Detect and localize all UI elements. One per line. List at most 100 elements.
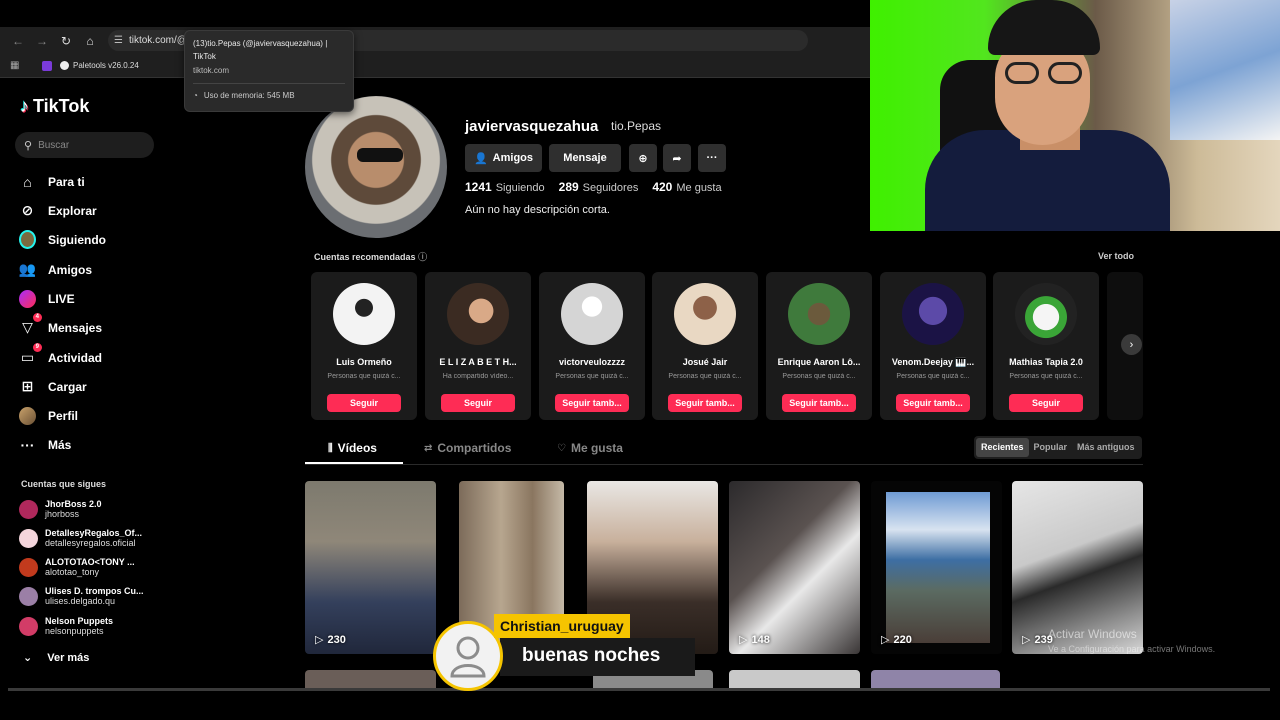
search-icon: ⚲ bbox=[24, 139, 33, 152]
nav-siguiendo[interactable]: Siguiendo bbox=[19, 230, 106, 249]
tab-liked[interactable]: ♡ Me gusta bbox=[557, 441, 623, 455]
recommended-reason: Personas que quizá c... bbox=[896, 373, 970, 380]
video-thumbnail[interactable] bbox=[729, 670, 860, 688]
friends-button[interactable]: 👤 Amigos bbox=[465, 144, 542, 172]
following-account[interactable]: DetallesyRegalos_Of... detallesyregalos.o… bbox=[19, 528, 142, 549]
sort-oldest[interactable]: Más antiguos bbox=[1072, 438, 1140, 457]
home-browser-icon[interactable]: ⌂ bbox=[78, 34, 102, 48]
stat-followers[interactable]: 289 Seguidores bbox=[559, 180, 639, 194]
more-options-button[interactable]: ··· bbox=[698, 144, 726, 172]
following-account[interactable]: Ulises D. trompos Cu... ulises.delgado.qu bbox=[19, 586, 144, 607]
account-avatar bbox=[19, 617, 38, 636]
follow-back-button[interactable]: Seguir tamb... bbox=[555, 394, 629, 412]
nav-actividad[interactable]: ▭ 9 Actividad bbox=[19, 343, 103, 366]
following-account[interactable]: Nelson Puppets nelsonpuppets bbox=[19, 616, 113, 637]
nav-mas[interactable]: ··· Más bbox=[19, 436, 72, 453]
recommended-reason: Personas que quizá c... bbox=[327, 373, 401, 380]
activity-badge: 9 bbox=[32, 343, 42, 352]
message-button[interactable]: Mensaje bbox=[549, 144, 621, 172]
following-account[interactable]: JhorBoss 2.0 jhorboss bbox=[19, 499, 102, 520]
address-text: tiktok.com/@ bbox=[128, 35, 187, 46]
bookmark-paletools[interactable]: Paletools v26.0.24 bbox=[60, 61, 139, 70]
site-settings-icon[interactable]: ☰ bbox=[114, 35, 123, 46]
recommended-card[interactable]: Josué Jair Personas que quizá c... Segui… bbox=[652, 272, 758, 420]
recommended-reason: Personas que quizá c... bbox=[782, 373, 856, 380]
nav-label: LIVE bbox=[48, 291, 75, 306]
follow-button[interactable]: Seguir bbox=[327, 394, 401, 412]
tiktok-logo[interactable]: ♪ TikTok bbox=[20, 96, 89, 117]
nav-para-ti[interactable]: ⌂ Para ti bbox=[19, 173, 85, 190]
nav-label: Cargar bbox=[48, 379, 87, 394]
video-image bbox=[886, 492, 990, 643]
following-section-title: Cuentas que sigues bbox=[21, 479, 107, 489]
sort-popular[interactable]: Popular bbox=[1029, 438, 1073, 457]
follow-back-button[interactable]: Seguir tamb... bbox=[782, 394, 856, 412]
apps-grid-icon[interactable]: ▦ bbox=[10, 60, 30, 71]
user-silhouette-icon bbox=[450, 636, 486, 678]
share-button[interactable]: ➦ bbox=[663, 144, 691, 172]
browser-tab-strip bbox=[0, 0, 870, 27]
follow-back-button[interactable]: Seguir tamb... bbox=[896, 394, 970, 412]
nav-mensajes[interactable]: ▽ 4 Mensajes bbox=[19, 313, 102, 336]
recommended-card[interactable]: Venom.Deejay 🎹... Personas que quizá c..… bbox=[880, 272, 986, 420]
follow-button[interactable]: Seguir bbox=[441, 394, 515, 412]
profile-avatar[interactable] bbox=[305, 96, 447, 238]
video-thumbnail[interactable]: ▷ 220 bbox=[871, 481, 1002, 654]
chevron-right-icon[interactable]: › bbox=[1121, 334, 1142, 355]
video-thumbnail[interactable]: ▷ 230 bbox=[305, 481, 436, 654]
tab-shared[interactable]: ⇄ Compartidos bbox=[424, 441, 511, 455]
video-thumbnail[interactable] bbox=[305, 670, 436, 688]
recommended-card[interactable]: Mathias Tapia 2.0 Personas que quizá c..… bbox=[993, 272, 1099, 420]
video-thumbnail[interactable] bbox=[871, 670, 1000, 688]
recommended-reason: Ha compartido vídeo... bbox=[442, 373, 514, 380]
play-icon: ▷ bbox=[315, 634, 324, 646]
nav-amigos[interactable]: 👥 Amigos bbox=[19, 261, 92, 278]
stat-label: Me gusta bbox=[676, 182, 722, 194]
account-handle: jhorboss bbox=[45, 509, 80, 519]
play-icon: ▷ bbox=[1022, 634, 1031, 646]
profile-username: javiervasquezahua bbox=[465, 118, 599, 135]
video-thumbnail[interactable]: ▷ 148 bbox=[729, 481, 860, 654]
twitch-bookmark-icon[interactable] bbox=[42, 60, 52, 71]
tab-videos[interactable]: ⫼ Vídeos bbox=[328, 441, 377, 455]
following-account[interactable]: ALOTOTAO<TONY ... alototao_tony bbox=[19, 557, 135, 578]
view-count: ▷ 220 bbox=[881, 633, 912, 647]
see-more-button[interactable]: ⌄ Ver más bbox=[23, 651, 90, 665]
account-name: ALOTOTAO<TONY ... bbox=[45, 557, 135, 567]
recommended-card[interactable]: victorveulozzzz Personas que quizá c... … bbox=[539, 272, 645, 420]
account-handle: detallesyregalos.oficial bbox=[45, 538, 136, 548]
back-icon[interactable]: ← bbox=[6, 34, 30, 48]
recommended-name: victorveulozzzz bbox=[558, 357, 625, 367]
glasses-left bbox=[1005, 62, 1039, 84]
reload-icon[interactable]: ↻ bbox=[54, 34, 78, 48]
recommended-avatar bbox=[333, 283, 395, 345]
follow-button[interactable]: Seguir bbox=[1009, 394, 1083, 412]
see-more-label: Ver más bbox=[47, 651, 90, 664]
bookmark-label: Paletools v26.0.24 bbox=[73, 61, 139, 70]
nav-label: Amigos bbox=[48, 262, 93, 277]
account-avatar bbox=[19, 587, 38, 606]
recommended-avatar bbox=[674, 283, 736, 345]
recommended-card[interactable]: E L I Z A B E T H... Ha compartido vídeo… bbox=[425, 272, 531, 420]
search-input[interactable]: ⚲ Buscar bbox=[15, 132, 154, 158]
nav-label: Actividad bbox=[48, 350, 103, 365]
nav-label: Más bbox=[48, 437, 72, 452]
nav-perfil[interactable]: Perfil bbox=[19, 406, 78, 425]
nav-cargar[interactable]: ⊞ Cargar bbox=[19, 378, 87, 395]
recommended-card[interactable]: Enrique Aaron Lô... Personas que quizá c… bbox=[766, 272, 872, 420]
nav-explorar[interactable]: ⊘ Explorar bbox=[19, 202, 97, 219]
forward-icon[interactable]: → bbox=[30, 34, 54, 48]
follow-back-button[interactable]: Seguir tamb... bbox=[668, 394, 742, 412]
view-count-text: 230 bbox=[327, 633, 346, 646]
stat-value: 420 bbox=[652, 180, 673, 194]
nav-label: Para ti bbox=[48, 174, 85, 189]
add-friend-button[interactable]: ⊕ bbox=[629, 144, 657, 172]
see-all-link[interactable]: Ver todo bbox=[1098, 251, 1134, 261]
recommended-reason: Personas que quizá c... bbox=[1009, 373, 1083, 380]
nav-live[interactable]: LIVE bbox=[19, 289, 75, 308]
tab-label: Me gusta bbox=[570, 441, 623, 455]
recommended-card[interactable]: Luis Ormeño Personas que quizá c... Segu… bbox=[311, 272, 417, 420]
stat-following[interactable]: 1241 Siguiendo bbox=[465, 180, 545, 194]
sort-recent[interactable]: Recientes bbox=[976, 438, 1029, 457]
info-icon[interactable]: ⓘ bbox=[418, 252, 427, 262]
